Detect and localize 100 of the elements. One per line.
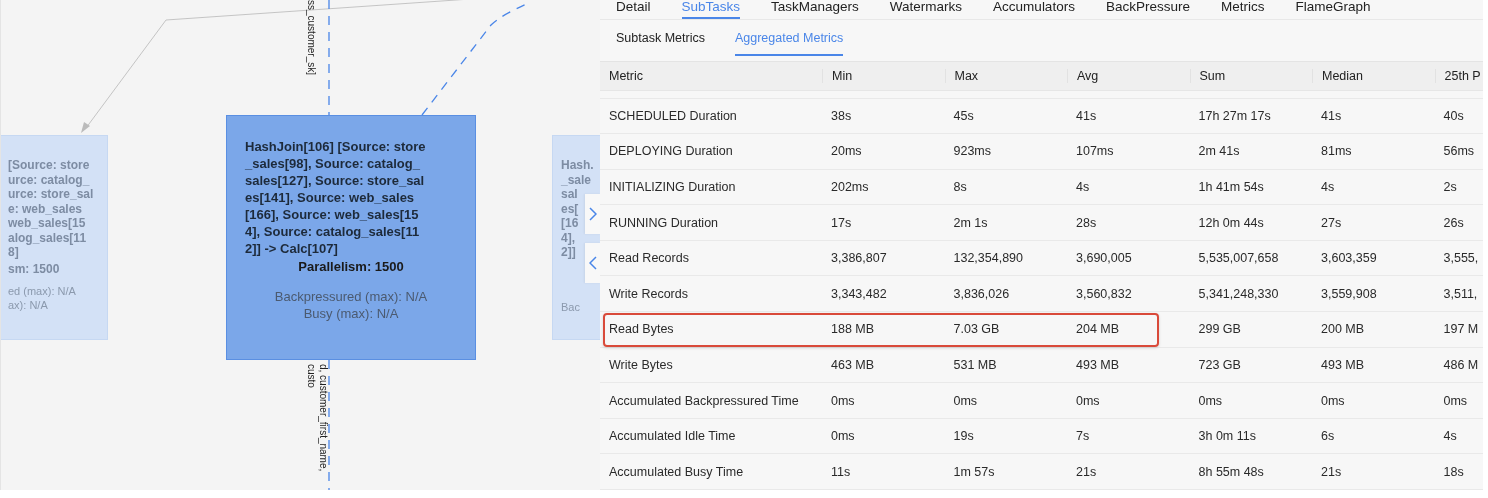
node-metric: ax): N/A — [8, 297, 48, 312]
table-cell-text: 531 MB — [952, 357, 998, 372]
node-title-line: [Source: store — [8, 158, 90, 173]
column-header[interactable]: Median — [1312, 69, 1435, 84]
table-cell-text: 923ms — [952, 144, 993, 159]
node-title-line: 8] — [8, 245, 19, 260]
column-header[interactable]: Avg — [1067, 69, 1190, 84]
tab[interactable]: Watermarks — [889, 0, 963, 19]
node-title-line: alog_sales[11 — [8, 230, 87, 245]
table-cell-text: 3,343,482 — [830, 286, 888, 301]
table-cell-text: 3,560,832 — [1075, 286, 1133, 301]
table-cell-text: 21s — [1075, 464, 1098, 479]
table-cell-text: 27s — [1320, 215, 1343, 230]
table-cell-text: 17s — [830, 215, 853, 230]
table-cell-text: 3,555, — [1442, 251, 1480, 266]
chevron-left-icon — [589, 256, 597, 270]
node-title-line: HashJoin[106] [Source: store — [245, 138, 426, 155]
column-header[interactable]: Sum — [1189, 69, 1312, 84]
node-title-line: 4], — [561, 230, 575, 245]
table-cell-text: 1m 57s — [952, 464, 996, 479]
collapse-button[interactable] — [585, 243, 600, 283]
node-title-line: 2]] -> Calc[107] — [245, 240, 338, 257]
edge-label: ss_customer_sk] — [305, 0, 317, 76]
table-cell-text: 20ms — [830, 144, 863, 159]
table-cell-text: 5,535,007,658 — [1197, 251, 1280, 266]
node-title-line: _sales[98], Source: catalog_ — [245, 155, 420, 172]
node-parallelism: Parallelism: 1500 — [297, 259, 405, 274]
subtab[interactable]: Subtask Metrics — [616, 31, 705, 56]
table-cell-text: 3,603,359 — [1320, 251, 1378, 266]
tab[interactable]: Metrics — [1220, 0, 1265, 19]
table-cell-text: 11s — [830, 464, 852, 479]
table-cell-text: Accumulated Busy Time — [608, 464, 745, 479]
table-cell-text: 486 M — [1442, 357, 1480, 372]
column-header[interactable]: Metric — [600, 69, 822, 84]
table-cell-text: 0ms — [830, 393, 856, 408]
table-cell-text: INITIALIZING Duration — [608, 179, 737, 194]
tab[interactable]: BackPressure — [1105, 0, 1190, 19]
column-header[interactable]: Max — [944, 69, 1067, 84]
table-cell-text: 0ms — [1075, 393, 1101, 408]
table-cell-text: 4s — [1320, 179, 1336, 194]
table-cell-text: 18s — [1442, 464, 1465, 479]
table-cell-text: 41s — [1075, 109, 1098, 124]
table-cell-text: Accumulated Backpressured Time — [608, 393, 800, 408]
node-title-line: urce: catalog_ — [8, 172, 90, 187]
node-title-line: web_sales[15 — [8, 216, 86, 231]
table-cell-text: Write Bytes — [608, 357, 674, 372]
table-cell-text: 40s — [1442, 109, 1465, 124]
table-cell-text: 723 GB — [1197, 357, 1242, 372]
table-cell-text: 204 MB — [1075, 322, 1121, 337]
table-cell-text: RUNNING Duration — [608, 215, 720, 230]
table-cell-text: 0ms — [830, 429, 856, 444]
table-cell-text: 0ms — [1442, 393, 1469, 408]
table-cell-text: 463 MB — [830, 357, 876, 372]
table-cell-text: 12h 0m 44s — [1197, 215, 1265, 230]
table-cell-text: 2s — [1442, 179, 1458, 194]
table-cell-text: 197 M — [1442, 322, 1480, 337]
node-metric: Bac — [561, 299, 581, 314]
table-cell-text: 200 MB — [1320, 322, 1366, 337]
table-cell-text: 8s — [952, 179, 968, 194]
column-header[interactable]: Min — [822, 69, 945, 84]
table-cell-text: 0ms — [1320, 393, 1346, 408]
node-title-line: es[ — [561, 201, 579, 216]
table-cell-text: 107ms — [1075, 144, 1115, 159]
column-header[interactable]: 25th P — [1434, 69, 1483, 84]
table-cell-text: 132,354,890 — [952, 251, 1024, 266]
node-title-line: sal — [561, 187, 578, 202]
node-metric: Backpressured (max): N/A — [273, 288, 429, 305]
table-cell-text: 4s — [1075, 179, 1091, 194]
chevron-right-icon — [589, 207, 597, 221]
table-cell-text: 493 MB — [1320, 357, 1366, 372]
node-title-line: 2]] — [561, 245, 576, 260]
tab[interactable]: Accumulators — [993, 0, 1075, 19]
table-cell-text: 17h 27m 17s — [1197, 109, 1272, 124]
table-cell-text: 299 GB — [1197, 322, 1242, 337]
expand-button[interactable] — [585, 194, 600, 234]
node-title-line: sales[127], Source: store_sal — [245, 172, 425, 189]
tab[interactable]: TaskManagers — [771, 0, 859, 19]
node-title-line: urce: store_sal — [8, 187, 94, 202]
table-cell-text: 3,559,908 — [1320, 286, 1378, 301]
table-cell-text: 81ms — [1320, 144, 1353, 159]
table-cell-text: Write Records — [608, 286, 689, 301]
table-cell-text: 1h 41m 54s — [1197, 179, 1265, 194]
table-cell-text: 3,690,005 — [1075, 251, 1133, 266]
table-cell-text: 28s — [1075, 215, 1098, 230]
node-metric: Busy (max): N/A — [302, 305, 400, 322]
table-cell-text: Accumulated Idle Time — [608, 429, 737, 444]
tab[interactable]: Detail — [616, 0, 651, 19]
table-cell-text: 26s — [1442, 215, 1465, 230]
node-parallelism: sm: 1500 — [8, 261, 60, 276]
table-cell-text: 188 MB — [830, 322, 876, 337]
table-cell-text: Read Bytes — [608, 322, 675, 337]
table-cell-text: 56ms — [1442, 144, 1476, 159]
graph-node[interactable] — [226, 115, 476, 360]
tab[interactable]: FlameGraph — [1295, 0, 1371, 19]
table-cell-text: 0ms — [1197, 393, 1224, 408]
table-cell-text: 45s — [952, 109, 975, 124]
table-cell-text: 6s — [1320, 429, 1336, 444]
node-title-line: [166], Source: web_sales[15 — [245, 206, 419, 223]
table-cell-text: 38s — [830, 109, 853, 124]
table-cell-text: 0ms — [952, 393, 979, 408]
